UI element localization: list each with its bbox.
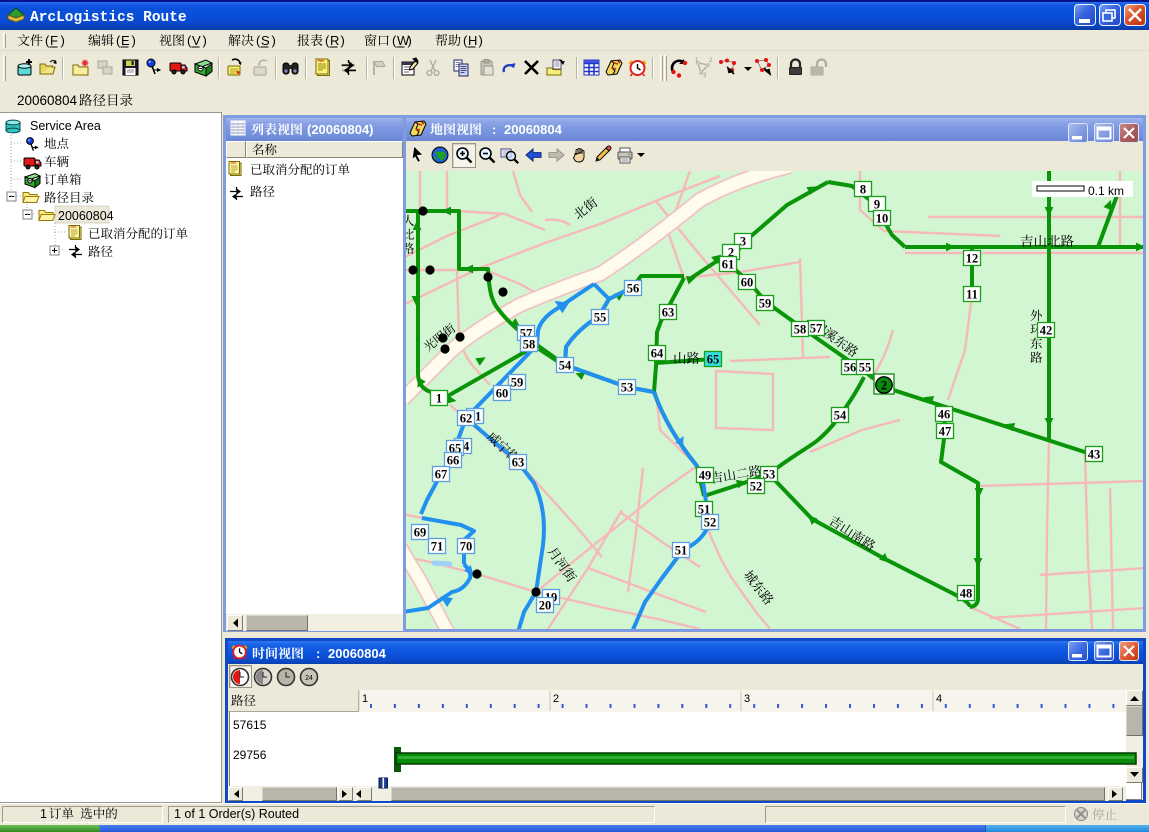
svg-text:63: 63	[662, 305, 675, 319]
svg-text:69: 69	[414, 525, 427, 539]
svg-text:55: 55	[594, 310, 607, 324]
svg-text:9: 9	[874, 197, 880, 211]
svg-text:59: 59	[759, 296, 772, 310]
svg-text:67: 67	[435, 467, 448, 481]
svg-text:Service Area: Service Area	[30, 119, 101, 133]
svg-text:70: 70	[460, 539, 473, 553]
svg-text:(20060804): (20060804)	[307, 122, 374, 137]
svg-text::: :	[492, 122, 496, 137]
svg-text:61: 61	[722, 257, 735, 271]
svg-text:): )	[272, 33, 276, 48]
svg-text:F: F	[50, 33, 58, 48]
svg-text:60: 60	[496, 386, 509, 400]
svg-text:E: E	[121, 33, 130, 48]
svg-text:8: 8	[860, 182, 866, 196]
svg-text:53: 53	[621, 380, 634, 394]
svg-text:64: 64	[651, 346, 664, 360]
svg-text:56: 56	[627, 281, 640, 295]
svg-text:56: 56	[844, 360, 857, 374]
svg-text:43: 43	[1088, 447, 1101, 461]
svg-text:): )	[479, 33, 483, 48]
svg-text:54: 54	[834, 408, 847, 422]
svg-text:): )	[132, 33, 136, 48]
svg-text:1: 1	[40, 807, 47, 821]
svg-text:1: 1	[436, 391, 442, 405]
svg-text:54: 54	[559, 358, 572, 372]
svg-text:3: 3	[740, 234, 746, 248]
svg-text:58: 58	[523, 337, 536, 351]
svg-text:3: 3	[703, 73, 707, 79]
svg-text:20060804: 20060804	[504, 122, 563, 137]
svg-text:57615: 57615	[233, 718, 267, 732]
svg-text:20060804: 20060804	[328, 646, 387, 661]
svg-text:59: 59	[511, 375, 524, 389]
svg-text:H: H	[468, 33, 477, 48]
svg-text:49: 49	[699, 468, 712, 482]
svg-text:): )	[203, 33, 207, 48]
svg-text:2: 2	[881, 379, 887, 393]
svg-text:3: 3	[744, 693, 750, 705]
svg-text:55: 55	[859, 360, 872, 374]
svg-text:24: 24	[305, 675, 313, 682]
svg-text:42: 42	[1040, 323, 1053, 337]
svg-text:66: 66	[447, 453, 460, 467]
svg-text:): )	[61, 33, 65, 48]
svg-text:0.1 km: 0.1 km	[1088, 184, 1124, 198]
svg-text:63: 63	[512, 455, 525, 469]
svg-text:4: 4	[936, 693, 942, 705]
svg-text:12: 12	[966, 251, 979, 265]
svg-text:): )	[408, 33, 412, 48]
svg-text:57: 57	[810, 321, 823, 335]
svg-text:20060804: 20060804	[58, 209, 114, 223]
svg-text:): )	[341, 33, 345, 48]
svg-text:51: 51	[675, 543, 688, 557]
svg-text:52: 52	[750, 479, 763, 493]
svg-text:2: 2	[709, 58, 713, 64]
svg-text:V: V	[192, 33, 201, 48]
svg-text:R: R	[330, 33, 339, 48]
svg-text::: :	[316, 646, 320, 661]
svg-text:1: 1	[362, 693, 368, 705]
svg-text:20060804: 20060804	[17, 93, 78, 108]
svg-text:62: 62	[460, 411, 473, 425]
svg-text:48: 48	[960, 586, 973, 600]
svg-text:11: 11	[966, 287, 978, 301]
svg-text:52: 52	[704, 515, 717, 529]
svg-text:58: 58	[794, 322, 807, 336]
svg-text:46: 46	[938, 407, 951, 421]
svg-text:S: S	[261, 33, 270, 48]
svg-text:71: 71	[431, 539, 444, 553]
svg-text:65: 65	[707, 352, 720, 366]
svg-text:ArcLogistics Route: ArcLogistics Route	[30, 10, 187, 26]
svg-text:29756: 29756	[233, 748, 267, 762]
svg-text:60: 60	[741, 275, 754, 289]
svg-text:10: 10	[876, 211, 889, 225]
svg-text:2: 2	[553, 693, 559, 705]
svg-text:47: 47	[939, 424, 952, 438]
svg-text:20: 20	[539, 598, 552, 612]
svg-text:1 of 1 Order(s) Routed: 1 of 1 Order(s) Routed	[174, 807, 299, 821]
